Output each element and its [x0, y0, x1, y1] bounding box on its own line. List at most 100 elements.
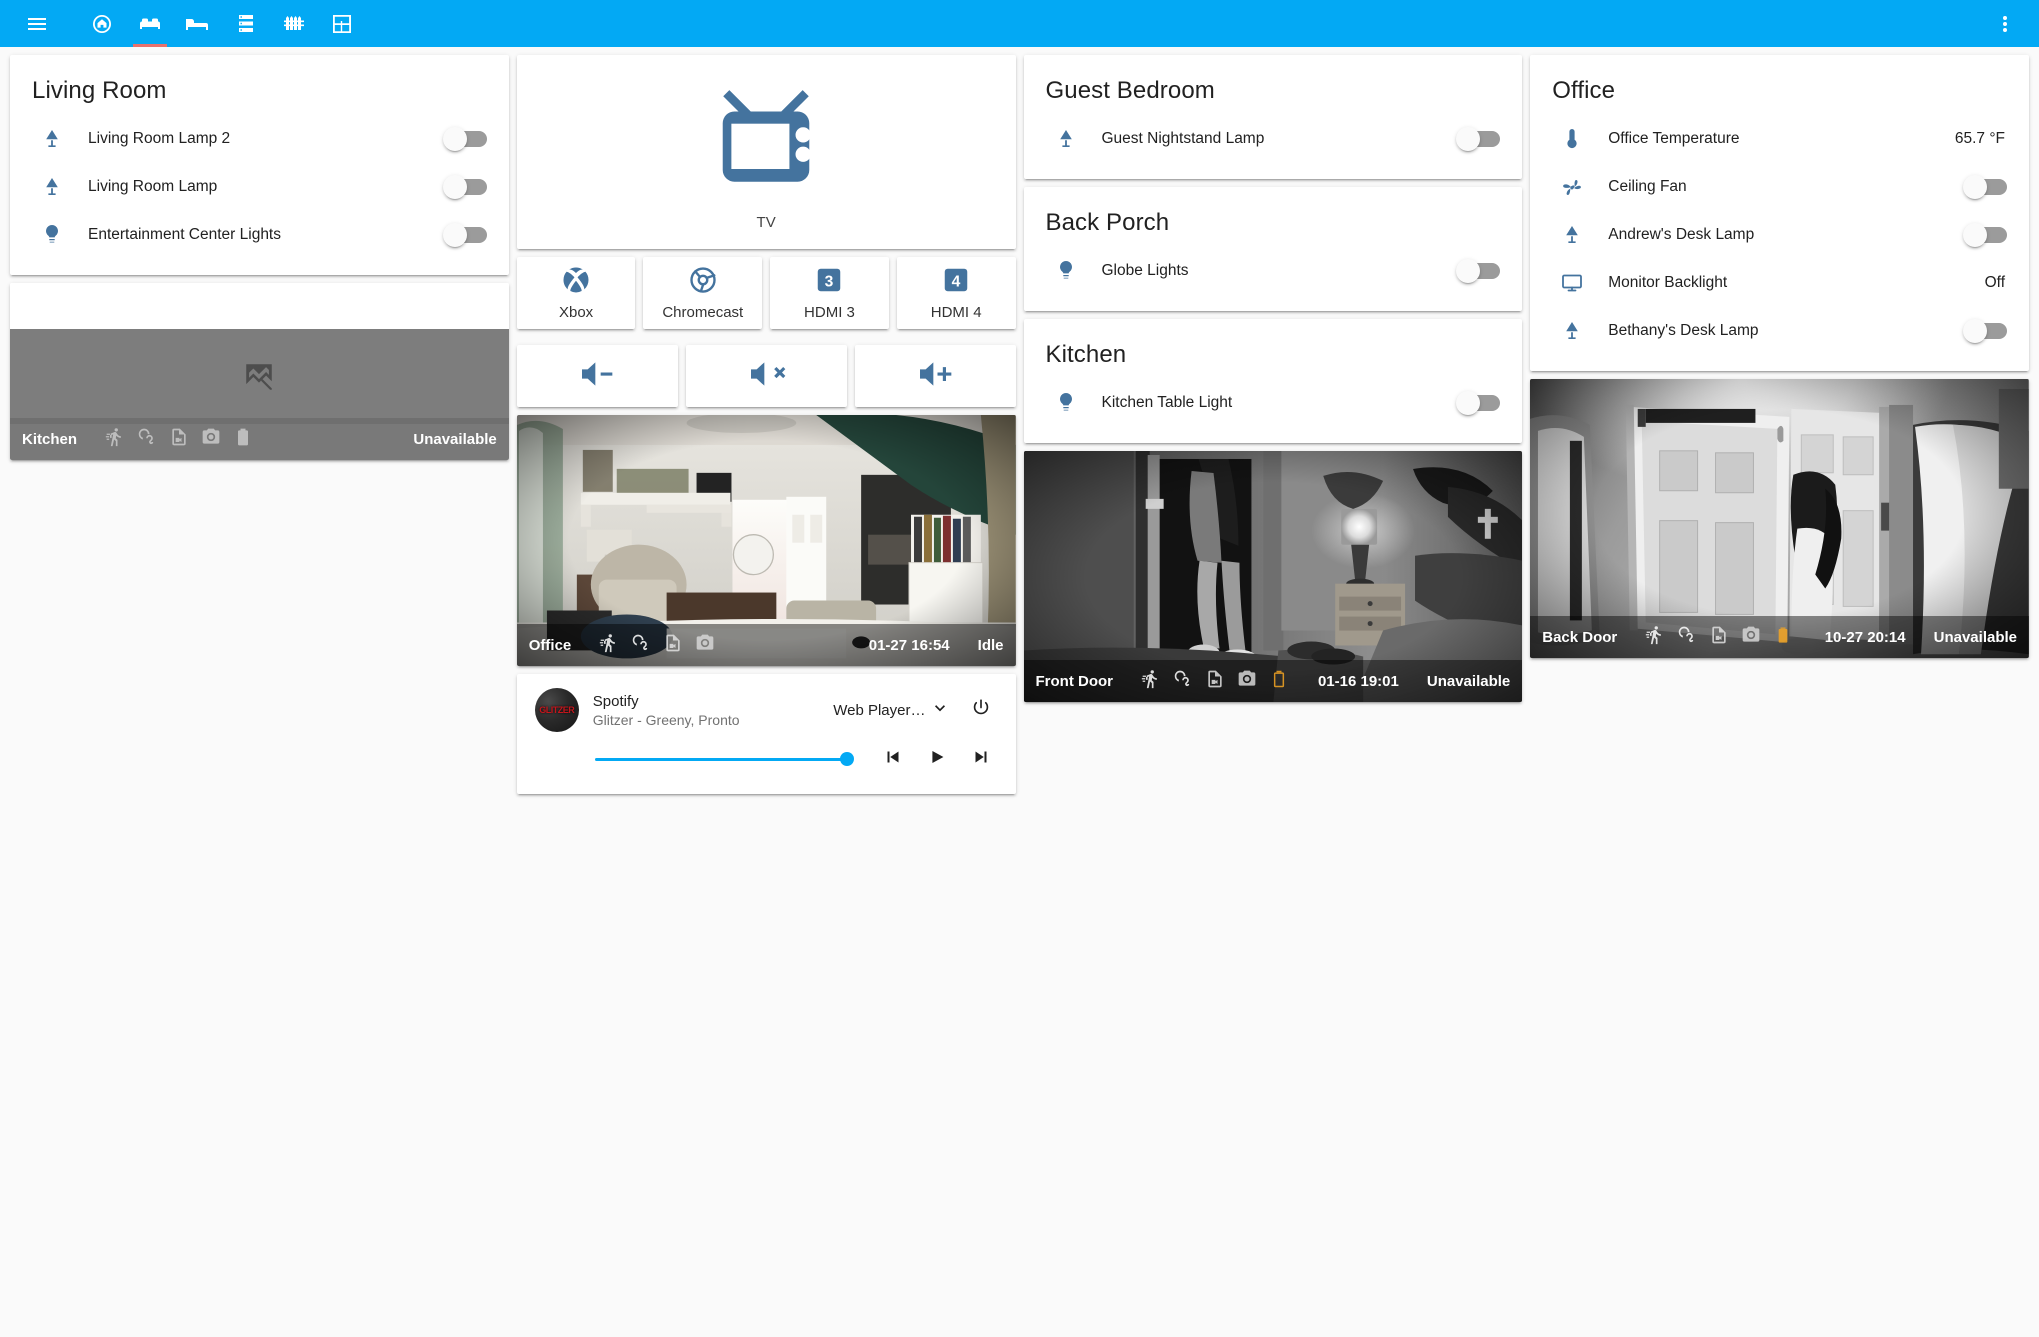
- camera-footer-front-door: Front Door: [1024, 660, 1523, 702]
- page-title-back-porch: Back Porch: [1024, 187, 1523, 241]
- tv-hero[interactable]: TV: [517, 55, 1016, 249]
- entity-toggle[interactable]: [1448, 256, 1500, 286]
- entity-row[interactable]: Guest Nightstand Lamp: [1046, 115, 1501, 163]
- camera-card-kitchen[interactable]: Kitchen: [10, 283, 509, 460]
- audio-icon[interactable]: [1173, 669, 1193, 693]
- chevron-down-icon: [930, 698, 950, 722]
- camera-timestamp: 01-16 19:01: [1318, 673, 1399, 690]
- camera-icon[interactable]: [201, 427, 221, 451]
- lamp-icon: [1552, 319, 1592, 343]
- camera-card-office[interactable]: Office 01-27 16:54: [517, 415, 1016, 666]
- camera-icon[interactable]: [1741, 625, 1761, 649]
- volume-slider-track: [595, 758, 852, 761]
- motion-icon[interactable]: [1645, 625, 1665, 649]
- camera-card-back-door[interactable]: Back Door: [1530, 379, 2029, 658]
- entity-row[interactable]: Living Room Lamp: [32, 163, 487, 211]
- skip-previous-icon: [882, 746, 904, 773]
- entity-row[interactable]: Monitor Backlight Off: [1552, 259, 2007, 307]
- file-video-icon[interactable]: [1709, 625, 1729, 649]
- motion-icon[interactable]: [105, 427, 125, 451]
- xbox-icon: [561, 265, 591, 300]
- power-button[interactable]: [964, 693, 998, 727]
- entity-name: Globe Lights: [1086, 262, 1449, 280]
- file-video-icon[interactable]: [169, 427, 189, 451]
- source-button-hdmi-4[interactable]: 4 HDMI 4: [897, 257, 1016, 329]
- entity-row[interactable]: Entertainment Center Lights: [32, 211, 487, 259]
- numeric-3-box-icon: 3: [814, 265, 844, 300]
- tab-server[interactable]: [222, 0, 270, 47]
- source-select[interactable]: Web Player…: [833, 698, 949, 722]
- camera-image-top-pad: [10, 283, 509, 329]
- battery-icon[interactable]: [233, 427, 253, 451]
- camera-icon[interactable]: [1237, 669, 1257, 693]
- hamburger-menu-icon[interactable]: [14, 1, 60, 47]
- tab-home[interactable]: [78, 0, 126, 47]
- entity-toggle[interactable]: [1955, 220, 2007, 250]
- tab-living[interactable]: [126, 0, 174, 47]
- tab-floorplan[interactable]: [318, 0, 366, 47]
- entity-row[interactable]: Living Room Lamp 2: [32, 115, 487, 163]
- camera-icon-group: [105, 427, 253, 451]
- camera-icon[interactable]: [695, 633, 715, 657]
- entity-toggle[interactable]: [435, 220, 487, 250]
- media-player-meta: Spotify Glitzer - Greeny, Pronto: [593, 693, 819, 728]
- volume-down-button[interactable]: [517, 345, 678, 407]
- entity-toggle[interactable]: [1955, 172, 2007, 202]
- tab-bedroom[interactable]: [174, 0, 222, 47]
- battery-icon[interactable]: [1269, 669, 1289, 693]
- column-3: Guest Bedroom Guest Nightstand Lamp Back…: [1024, 55, 1523, 702]
- play-button[interactable]: [920, 742, 954, 776]
- entity-list-guest-bedroom: Guest Nightstand Lamp: [1024, 109, 1523, 179]
- svg-text:3: 3: [825, 274, 834, 291]
- file-video-icon[interactable]: [1205, 669, 1225, 693]
- toggle-knob: [1963, 223, 1987, 247]
- entity-list-back-porch: Globe Lights: [1024, 241, 1523, 311]
- entity-row[interactable]: Globe Lights: [1046, 247, 1501, 295]
- entity-name: Entertainment Center Lights: [72, 226, 435, 244]
- entity-row[interactable]: Bethany's Desk Lamp: [1552, 307, 2007, 355]
- entity-row[interactable]: Andrew's Desk Lamp: [1552, 211, 2007, 259]
- dots-vertical-icon[interactable]: [1985, 1, 2025, 47]
- source-button-hdmi-3[interactable]: 3 HDMI 3: [770, 257, 889, 329]
- volume-mute-button[interactable]: [686, 345, 847, 407]
- volume-up-button[interactable]: [855, 345, 1016, 407]
- broken-image-placeholder: [10, 329, 509, 424]
- entity-toggle[interactable]: [1955, 316, 2007, 346]
- audio-icon[interactable]: [1677, 625, 1697, 649]
- entity-name: Monitor Backlight: [1592, 274, 1984, 292]
- entity-name: Ceiling Fan: [1592, 178, 1955, 196]
- column-1: Living Room Living Room Lamp 2: [10, 55, 509, 460]
- entity-toggle[interactable]: [1448, 388, 1500, 418]
- entity-row[interactable]: Ceiling Fan: [1552, 163, 2007, 211]
- source-button-xbox[interactable]: Xbox: [517, 257, 636, 329]
- audio-icon[interactable]: [137, 427, 157, 451]
- entity-toggle[interactable]: [1448, 124, 1500, 154]
- svg-text:4: 4: [952, 274, 961, 291]
- card-office: Office Office Temperature 65.7 °F Ceilin…: [1530, 55, 2029, 371]
- entity-state: Off: [1985, 274, 2007, 292]
- volume-slider[interactable]: [595, 747, 852, 771]
- entity-row[interactable]: Kitchen Table Light: [1046, 379, 1501, 427]
- tab-outdoor[interactable]: [270, 0, 318, 47]
- tab-bar: [78, 0, 366, 47]
- camera-footer-kitchen: Kitchen: [10, 418, 509, 460]
- volume-slider-thumb[interactable]: [840, 752, 854, 766]
- card-guest-bedroom: Guest Bedroom Guest Nightstand Lamp: [1024, 55, 1523, 179]
- next-track-button[interactable]: [964, 742, 998, 776]
- source-button-chromecast[interactable]: Chromecast: [643, 257, 762, 329]
- camera-icon-group: [1141, 669, 1289, 693]
- motion-icon[interactable]: [599, 633, 619, 657]
- entity-row[interactable]: Office Temperature 65.7 °F: [1552, 115, 2007, 163]
- entity-toggle[interactable]: [435, 124, 487, 154]
- battery-icon[interactable]: [1773, 625, 1793, 649]
- file-video-icon[interactable]: [663, 633, 683, 657]
- previous-track-button[interactable]: [876, 742, 910, 776]
- audio-icon[interactable]: [631, 633, 651, 657]
- camera-card-front-door[interactable]: Front Door: [1024, 451, 1523, 702]
- media-player-header: GLITZER Spotify Glitzer - Greeny, Pronto…: [517, 674, 1016, 736]
- thermometer-icon: [1552, 127, 1592, 151]
- entity-toggle[interactable]: [435, 172, 487, 202]
- motion-icon[interactable]: [1141, 669, 1161, 693]
- column-2: TV Xbox: [517, 55, 1016, 794]
- television-classic-icon: [702, 85, 830, 202]
